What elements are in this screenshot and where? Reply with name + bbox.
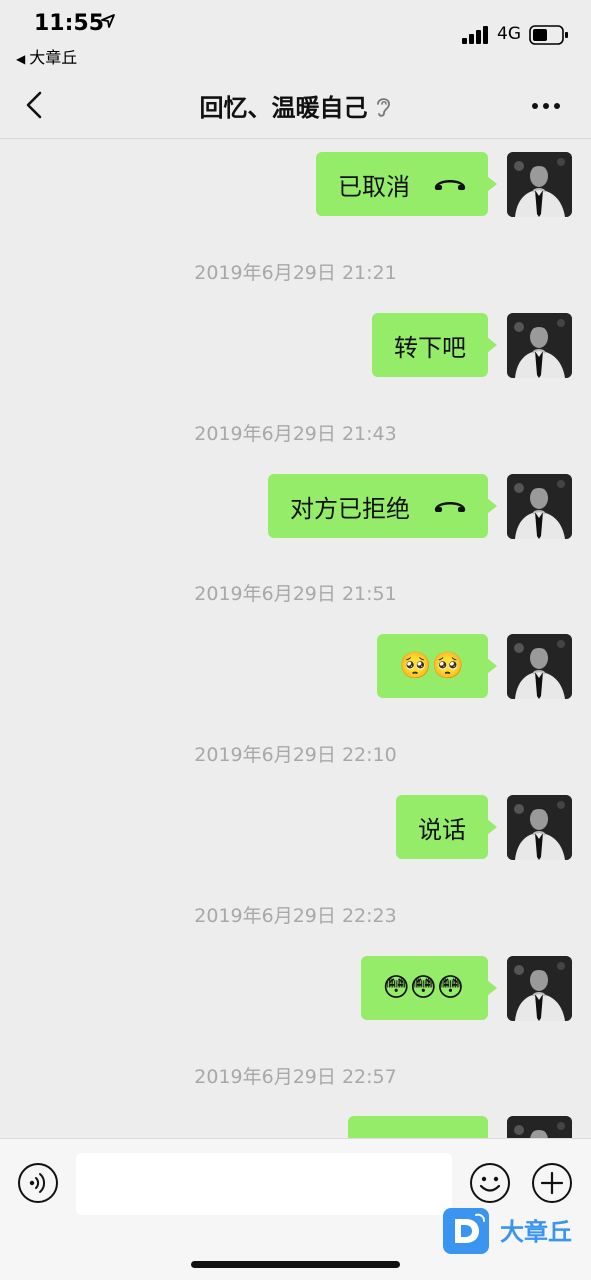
chat-title: 回忆、温暖自己 <box>0 88 591 123</box>
message-emoji: 🥺🥺 <box>399 651 464 681</box>
avatar[interactable] <box>507 474 572 539</box>
avatar[interactable] <box>507 152 572 217</box>
avatar[interactable] <box>507 634 572 699</box>
avatar[interactable] <box>507 313 572 378</box>
watermark-d-icon <box>443 1208 489 1254</box>
message-bubble-call[interactable]: 对方已拒绝 <box>268 474 497 538</box>
message-bubble-call[interactable]: 已取消 <box>316 152 497 216</box>
avatar[interactable] <box>507 956 572 1021</box>
chat-screen: 11:55 ◀ 大章丘 4G 回忆、温暖自己 已取消 2019年6月29日 21… <box>0 0 591 1280</box>
phone-hangup-icon <box>434 502 466 512</box>
emoji-icon[interactable] <box>469 1162 511 1204</box>
plus-icon[interactable] <box>531 1162 573 1204</box>
battery-icon <box>529 25 568 45</box>
message-emoji: 😳😳😳 <box>382 973 464 1003</box>
watermark-logo: 大章丘 <box>442 1207 582 1255</box>
message-bubble[interactable]: 转下吧 <box>372 313 497 377</box>
ear-icon <box>376 98 390 117</box>
message-timestamp: 2019年6月29日 22:57 <box>194 1066 397 1088</box>
message-bubble-emoji[interactable]: 😳😳😳 <box>360 956 498 1020</box>
message-bubble-emoji[interactable]: 🥺🥺 <box>377 634 497 698</box>
message-text: 说话 <box>418 815 466 844</box>
signal-icon <box>462 26 488 44</box>
message-text: 对方已拒绝 <box>290 494 410 523</box>
network-type: 4G <box>497 24 521 44</box>
nav-bar: 回忆、温暖自己 <box>0 72 591 139</box>
back-app-label: 大章丘 <box>29 48 78 67</box>
message-timestamp: 2019年6月29日 22:10 <box>194 744 397 766</box>
message-timestamp: 2019年6月29日 22:23 <box>194 905 397 927</box>
more-icon[interactable] <box>531 101 561 111</box>
status-bar: 11:55 ◀ 大章丘 4G <box>0 0 591 72</box>
message-text: 转下吧 <box>394 333 466 362</box>
watermark-text: 大章丘 <box>500 1218 572 1246</box>
home-indicator <box>191 1261 400 1268</box>
status-time: 11:55 <box>34 11 105 36</box>
voice-icon[interactable] <box>17 1162 59 1204</box>
location-arrow-icon <box>101 14 115 28</box>
chat-title-text: 回忆、温暖自己 <box>199 94 368 122</box>
back-triangle-icon: ◀ <box>16 52 26 66</box>
message-input[interactable] <box>76 1153 452 1215</box>
message-timestamp: 2019年6月29日 21:51 <box>194 583 397 605</box>
input-bar: 大章丘 <box>0 1138 591 1280</box>
phone-hangup-icon <box>434 180 466 190</box>
avatar[interactable] <box>507 795 572 860</box>
message-timestamp: 2019年6月29日 21:21 <box>194 262 397 284</box>
back-to-app-link[interactable]: ◀ 大章丘 <box>16 44 77 68</box>
message-bubble[interactable]: 说话 <box>396 795 497 859</box>
message-text: 已取消 <box>338 172 410 201</box>
message-timestamp: 2019年6月29日 21:43 <box>194 423 397 445</box>
